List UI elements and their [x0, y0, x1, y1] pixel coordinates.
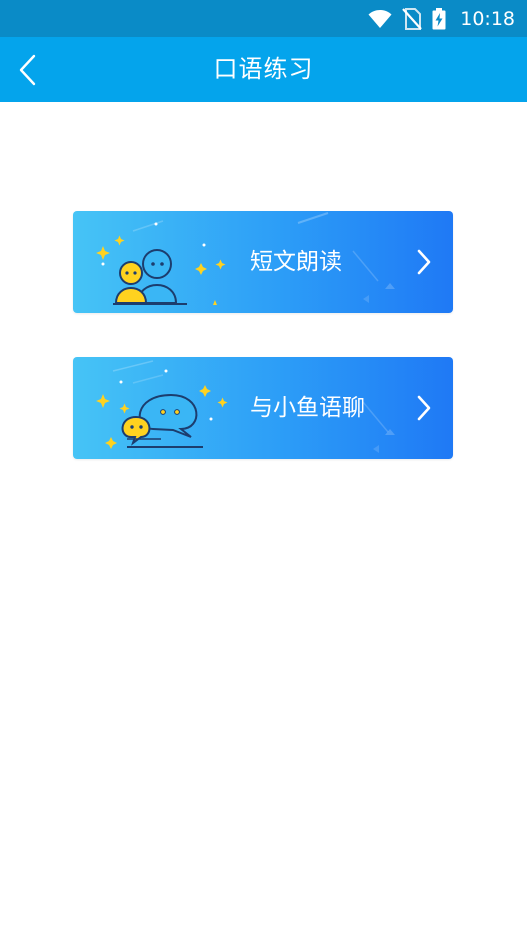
chat-bubbles-icon [96, 369, 228, 449]
status-bar: 10:18 [0, 0, 527, 37]
no-sim-icon [402, 7, 423, 30]
card-label-reading: 短文朗读 [250, 249, 342, 275]
chevron-right-icon [417, 249, 431, 275]
chevron-right-icon [417, 395, 431, 421]
wifi-icon [368, 9, 392, 28]
card-label-chat: 与小鱼语聊 [250, 395, 365, 421]
page-title: 口语练习 [213, 55, 314, 83]
two-people-icon [96, 222, 226, 305]
clock-time: 10:18 [460, 7, 515, 30]
status-icons: 10:18 [368, 0, 515, 37]
app-bar: 口语练习 [0, 37, 527, 102]
reading-practice-card[interactable]: 短文朗读 [73, 211, 453, 313]
battery-charging-icon [432, 7, 446, 29]
chat-with-xiaoyu-card[interactable]: 与小鱼语聊 [73, 357, 453, 459]
